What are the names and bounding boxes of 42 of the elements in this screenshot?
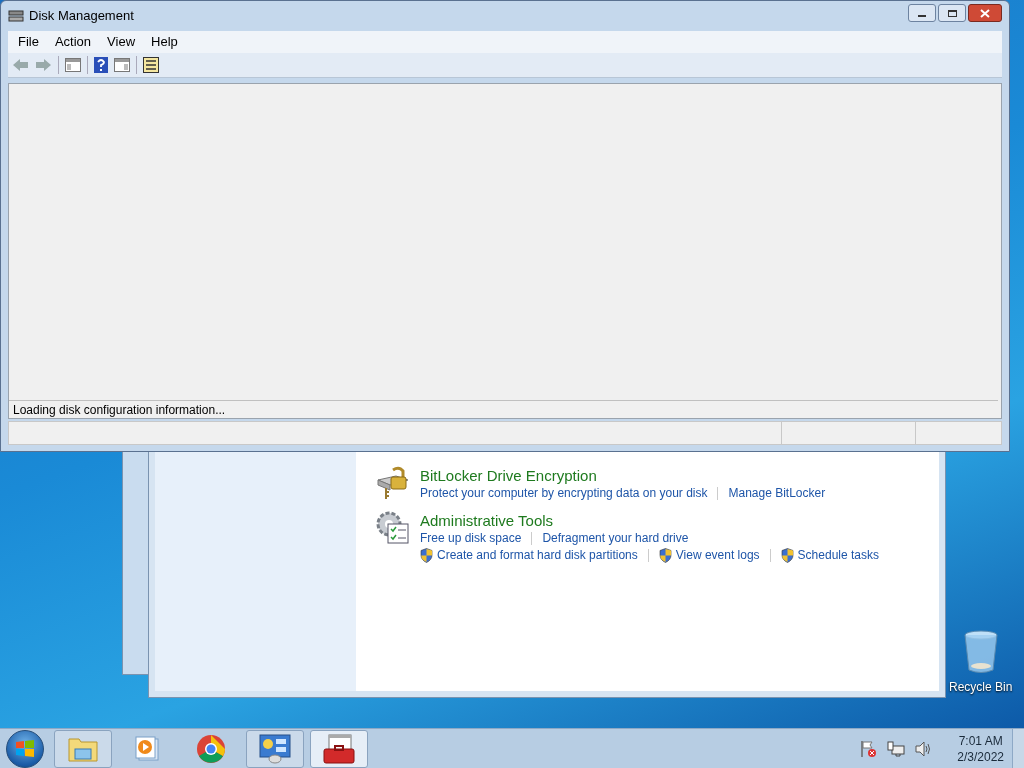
menu-item[interactable]: Action: [48, 32, 98, 52]
menu-item[interactable]: File: [12, 32, 45, 52]
start-button[interactable]: [6, 729, 44, 768]
minimize-button[interactable]: [908, 4, 936, 22]
action-pane-icon[interactable]: [114, 58, 130, 72]
padlock-drive-icon: [376, 466, 410, 500]
taskbar-button[interactable]: [310, 729, 368, 768]
windows-logo-icon: [15, 739, 35, 758]
close-button[interactable]: [968, 4, 1002, 22]
properties-icon[interactable]: [143, 57, 159, 73]
task-link[interactable]: Schedule tasks: [780, 547, 879, 564]
section-heading[interactable]: BitLocker Drive Encryption: [420, 466, 826, 485]
toolbox-icon: [323, 733, 355, 764]
task-link[interactable]: Create and format hard disk partitions: [420, 547, 638, 564]
console-tree-icon[interactable]: [65, 58, 81, 72]
disk-icon: [8, 9, 24, 23]
browser-icon: [196, 733, 226, 764]
play-icon: [134, 735, 160, 762]
close-icon: [980, 8, 990, 18]
task-link[interactable]: Free up disk space: [420, 530, 522, 547]
taskbar-button[interactable]: [246, 729, 304, 768]
clock-time: 7:01 AM: [958, 732, 1003, 749]
task-link[interactable]: View event logs: [658, 547, 760, 564]
gear-checklist-icon: [376, 511, 410, 545]
maximize-button[interactable]: [938, 4, 966, 22]
task-link[interactable]: Manage BitLocker: [728, 485, 826, 502]
window-title: Disk Management: [29, 7, 134, 26]
menu-item[interactable]: Help: [145, 32, 184, 52]
desktop-icon-label[interactable]: Recycle Bin: [949, 678, 1013, 696]
clock-date: 2/3/2022: [957, 748, 1004, 765]
section-heading[interactable]: Administrative Tools: [420, 511, 879, 530]
network-icon[interactable]: [887, 740, 906, 757]
folder-icon: [68, 735, 98, 762]
task-link[interactable]: Defragment your hard drive: [542, 530, 689, 547]
status-message: Loading disk configuration information...: [13, 401, 226, 419]
recycle-bin-icon[interactable]: [962, 630, 999, 674]
menu-item[interactable]: View: [101, 32, 142, 52]
task-link[interactable]: Protect your computer by encrypting data on your disk: [420, 485, 708, 502]
help-icon[interactable]: [94, 57, 108, 73]
clock[interactable]: 7:01 AM 2/3/2022: [957, 732, 1004, 765]
flag-icon[interactable]: [859, 739, 878, 758]
control-panel-icon: [259, 733, 291, 764]
